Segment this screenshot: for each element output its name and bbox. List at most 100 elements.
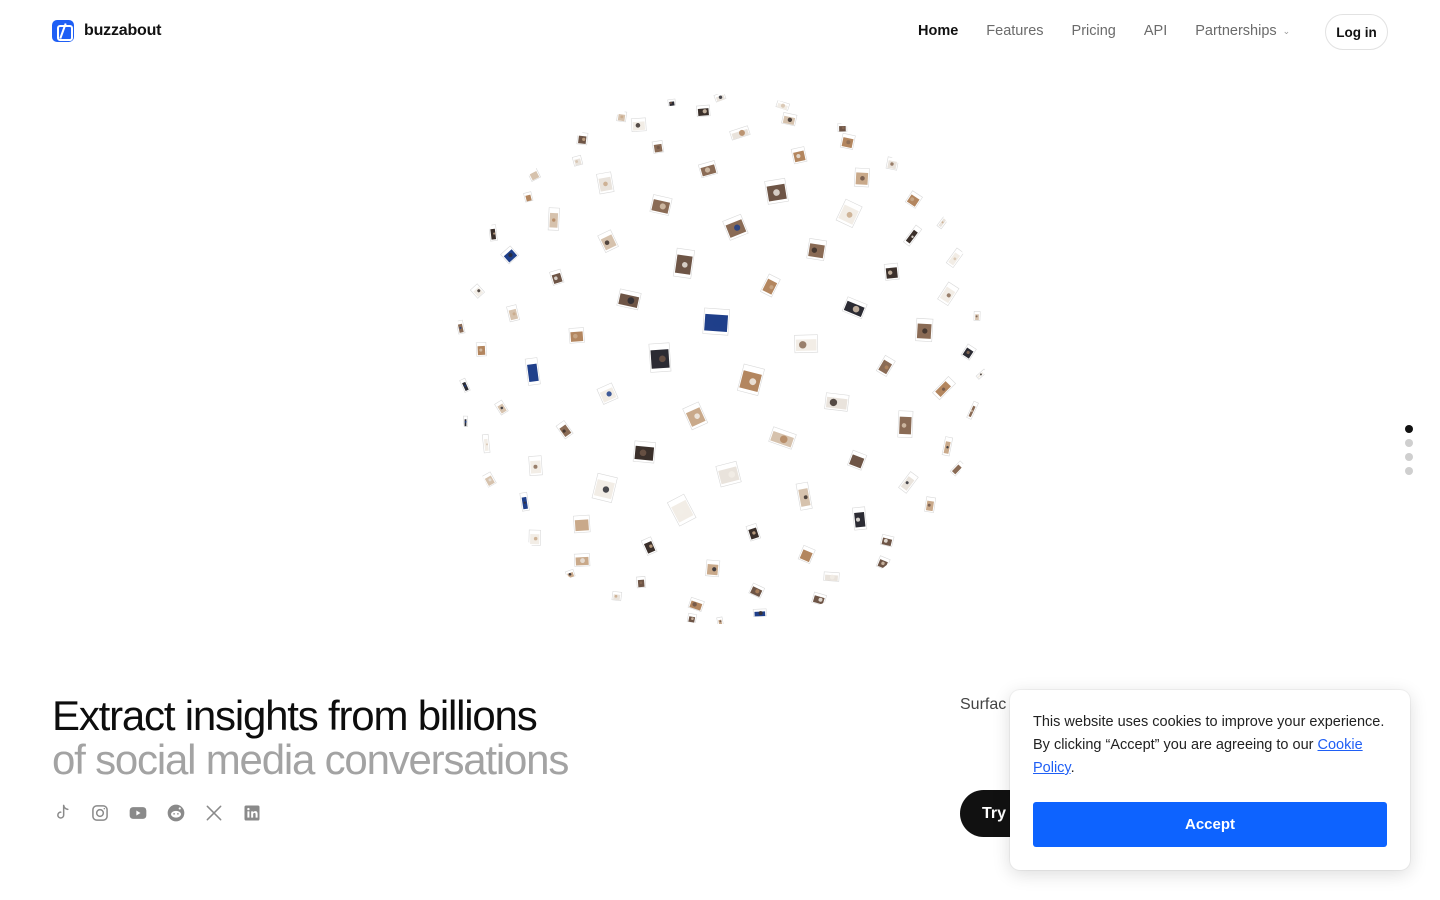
globe-post-thumbnail (528, 529, 542, 546)
globe-post-thumbnail (904, 190, 923, 209)
globe-post-thumbnail (591, 472, 618, 503)
globe-post-thumbnail (841, 296, 868, 320)
nav-home[interactable]: Home (918, 23, 958, 39)
brand-logo[interactable]: buzzabout (52, 20, 161, 42)
globe-post-thumbnail (790, 146, 808, 165)
globe-post-thumbnail (506, 304, 520, 323)
brand-logo-icon (52, 20, 74, 42)
cookie-message: This website uses cookies to improve you… (1033, 711, 1387, 780)
globe-post-thumbnail (839, 132, 856, 150)
nav-api[interactable]: API (1144, 23, 1167, 39)
globe-post-thumbnail (875, 354, 896, 377)
section-dot-3[interactable] (1405, 453, 1413, 461)
globe-post-thumbnail (745, 522, 761, 542)
globe-post-thumbnail (932, 376, 956, 401)
youtube-icon[interactable] (128, 803, 148, 823)
globe-post-thumbnail (672, 247, 696, 279)
section-dot-4[interactable] (1405, 467, 1413, 475)
globe-post-thumbnail (576, 131, 589, 146)
globe-post-thumbnail (781, 112, 798, 127)
globe-post-thumbnail (797, 544, 816, 565)
login-button[interactable]: Log in (1325, 14, 1388, 50)
globe-post-thumbnail (459, 377, 471, 393)
globe-post-thumbnail (924, 496, 937, 513)
globe-post-thumbnail (973, 311, 981, 321)
accept-cookies-button[interactable]: Accept (1033, 802, 1387, 847)
tiktok-icon[interactable] (52, 803, 72, 823)
globe-post-thumbnail (768, 426, 797, 450)
globe-post-thumbnail (949, 460, 966, 477)
globe-post-thumbnail (945, 247, 965, 269)
globe-post-thumbnail (824, 392, 850, 412)
globe-post-thumbnail (488, 224, 498, 242)
hero-headline: Extract insights from billions of social… (52, 694, 569, 783)
globe-post-thumbnail (481, 471, 497, 488)
globe-post-thumbnail (640, 536, 658, 556)
chevron-down-icon: ⌄ (1282, 25, 1291, 36)
globe-post-thumbnail (915, 317, 934, 342)
globe-post-thumbnail (975, 368, 985, 380)
globe-post-thumbnail (573, 553, 591, 567)
section-pagination (1405, 425, 1413, 475)
globe-post-thumbnail (937, 281, 960, 307)
globe-post-thumbnail (936, 214, 950, 230)
globe-post-thumbnail (697, 160, 719, 179)
globe-post-thumbnail (898, 471, 919, 494)
hero-headline-line2: of social media conversations (52, 736, 569, 783)
globe-post-thumbnail (526, 167, 542, 182)
globe-post-thumbnail (469, 283, 486, 299)
section-dot-1[interactable] (1405, 425, 1413, 433)
globe-post-thumbnail (549, 268, 565, 286)
globe-post-thumbnail (811, 591, 827, 607)
nav-partnerships[interactable]: Partnerships ⌄ (1195, 23, 1290, 39)
main-nav: Home Features Pricing API Partnerships ⌄ (918, 23, 1290, 39)
linkedin-icon[interactable] (242, 803, 262, 823)
globe-post-thumbnail (616, 110, 628, 123)
globe-post-thumbnail (667, 98, 677, 107)
cookie-text-end: . (1070, 760, 1075, 776)
globe-post-thumbnail (759, 273, 781, 298)
globe-post-thumbnail (875, 555, 891, 571)
globe-post-thumbnail (475, 341, 487, 357)
globe-post-thumbnail (795, 481, 813, 511)
globe-post-thumbnail (748, 582, 766, 599)
globe-graphic (455, 94, 985, 624)
globe-post-thumbnail (686, 612, 698, 624)
reddit-icon[interactable] (166, 803, 186, 823)
social-links (52, 803, 262, 823)
globe-post-thumbnail (752, 608, 767, 617)
globe-post-thumbnail (500, 245, 520, 265)
nav-features[interactable]: Features (986, 23, 1043, 39)
globe-post-thumbnail (729, 125, 751, 141)
globe-post-thumbnail (632, 440, 657, 464)
social-posts-globe (455, 94, 985, 624)
globe-post-thumbnail (455, 319, 466, 335)
globe-post-thumbnail (573, 514, 591, 534)
globe-post-thumbnail (853, 167, 870, 188)
globe-post-thumbnail (616, 288, 642, 311)
globe-post-thumbnail (649, 194, 673, 216)
globe-post-thumbnail (764, 177, 789, 205)
x-icon[interactable] (204, 803, 224, 823)
globe-post-thumbnail (837, 122, 848, 133)
instagram-icon[interactable] (90, 803, 110, 823)
globe-post-thumbnail (571, 154, 584, 167)
globe-post-thumbnail (823, 571, 840, 582)
globe-post-thumbnail (966, 400, 979, 420)
globe-post-thumbnail (941, 436, 954, 457)
globe-post-thumbnail (885, 156, 900, 171)
section-dot-2[interactable] (1405, 439, 1413, 447)
nav-pricing[interactable]: Pricing (1072, 23, 1116, 39)
globe-post-thumbnail (806, 238, 828, 262)
globe-post-thumbnail (883, 262, 900, 281)
globe-post-thumbnail (852, 506, 868, 531)
globe-post-thumbnail (835, 198, 863, 229)
globe-post-thumbnail (524, 357, 541, 386)
globe-post-thumbnail (651, 140, 665, 154)
globe-post-thumbnail (596, 382, 619, 405)
globe-post-thumbnail (715, 460, 742, 488)
globe-post-thumbnail (903, 224, 923, 247)
globe-post-thumbnail (696, 104, 711, 118)
globe-post-thumbnail (736, 363, 765, 396)
globe-post-thumbnail (463, 415, 468, 428)
